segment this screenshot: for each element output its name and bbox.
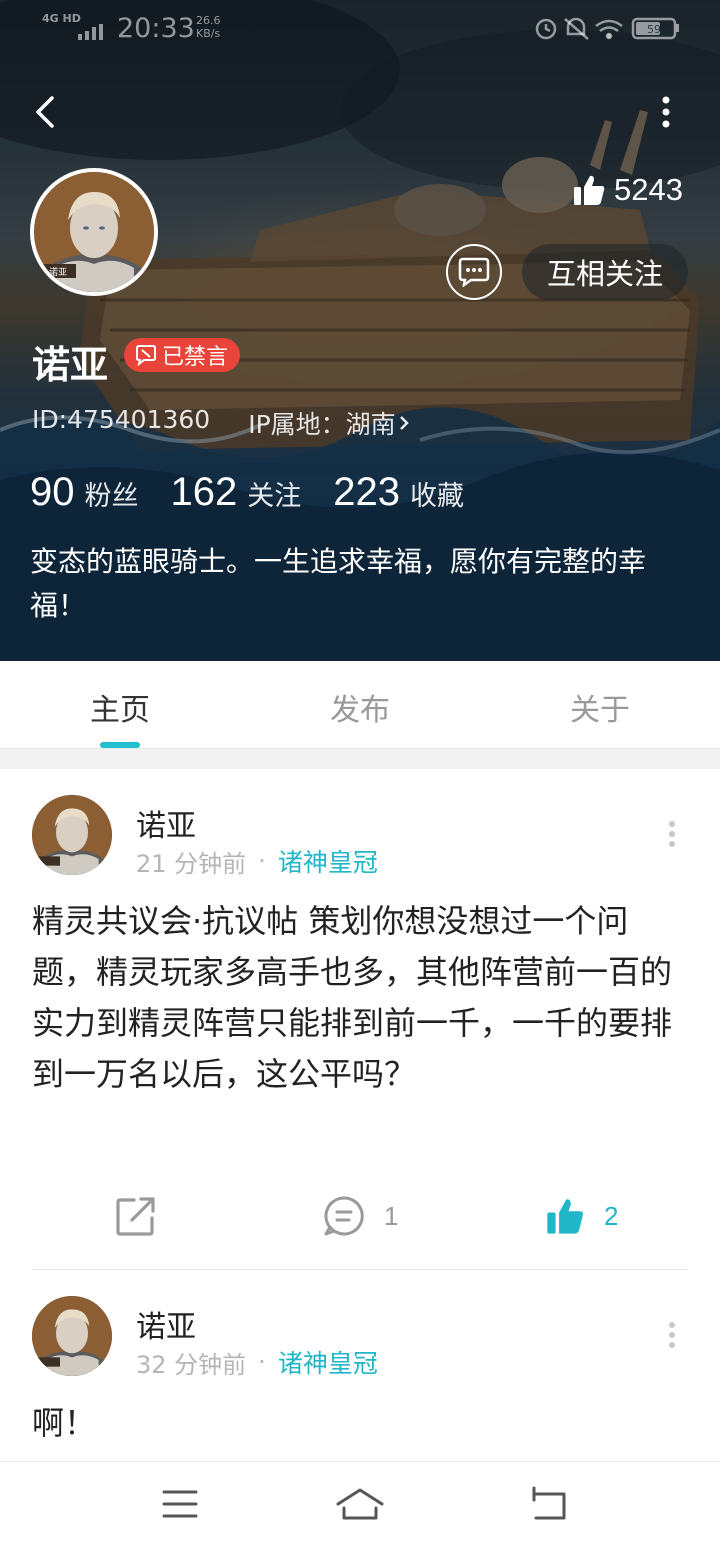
chat-bubble-icon (458, 257, 490, 287)
menu-icon[interactable] (150, 1484, 210, 1524)
more-options-icon[interactable] (652, 92, 680, 132)
tab-posts[interactable]: 发布 (240, 685, 480, 729)
ip-location[interactable]: IP属地：湖南 (248, 405, 411, 441)
likes-count: 5243 (614, 172, 683, 207)
post-meta: 21 分钟前 · 诸神皇冠 (136, 843, 378, 879)
post-meta: 32 分钟前 · 诸神皇冠 (136, 1344, 378, 1380)
profile-ids: ID:475401360 IP属地：湖南 (32, 405, 412, 441)
meta-separator: · (258, 847, 266, 875)
post-avatar[interactable] (32, 795, 112, 875)
wifi-icon (595, 19, 623, 40)
profile-tabs: 主页 发布 关于 (0, 661, 720, 749)
post-author[interactable]: 诺亚 (136, 1302, 196, 1346)
comment-icon (324, 1196, 364, 1236)
favorites-count[interactable]: 223 (333, 470, 400, 515)
post-more-icon[interactable] (660, 819, 684, 849)
signal-icon (78, 24, 103, 40)
post-actions: 1 2 (0, 1186, 720, 1246)
ip-location-label: IP属地：湖南 (248, 410, 396, 439)
like-button[interactable]: 2 (544, 1186, 618, 1246)
message-button[interactable] (446, 244, 502, 300)
meta-separator: · (258, 1348, 266, 1376)
home-icon[interactable] (330, 1484, 390, 1524)
system-nav-bar (0, 1461, 720, 1544)
tab-indicator (100, 742, 140, 748)
post-card[interactable]: 诺亚 21 分钟前 · 诸神皇冠 精灵共议会·抗议帖 策划你想没想过一个问题，精… (0, 769, 720, 1270)
banned-badge: 已禁言 (124, 338, 241, 372)
status-icons: 59 (535, 17, 679, 40)
post-card[interactable]: 诺亚 32 分钟前 · 诸神皇冠 啊！ (0, 1270, 720, 1461)
banned-label: 已禁言 (162, 345, 229, 370)
status-bar: 4G HD 20:33 26.6 KB/s 59 (0, 0, 720, 56)
chevron-right-icon (399, 416, 409, 430)
battery-icon: 59 (631, 17, 679, 40)
share-icon (116, 1197, 155, 1236)
network-type: 4G HD (42, 12, 81, 25)
network-speed: 26.6 KB/s (196, 14, 221, 40)
section-gap (0, 749, 720, 769)
muted-chat-icon (136, 345, 156, 366)
following-count[interactable]: 162 (171, 470, 238, 515)
post-content[interactable]: 精灵共议会·抗议帖 策划你想没想过一个问题，精灵玩家多高手也多，其他阵营前一百的… (32, 896, 692, 1100)
comment-button[interactable]: 1 (322, 1186, 398, 1246)
post-more-icon[interactable] (660, 1320, 684, 1350)
tab-about[interactable]: 关于 (480, 685, 720, 729)
post-topic[interactable]: 诸神皇冠 (278, 843, 378, 879)
back-icon[interactable] (26, 92, 66, 132)
profile-avatar[interactable]: 诺亚 (30, 168, 158, 296)
fans-count[interactable]: 90 (30, 470, 75, 515)
post-avatar[interactable] (32, 1296, 112, 1376)
avatar-image (32, 1296, 112, 1376)
profile-name: 诺亚 (32, 343, 109, 387)
profile-stats: 90 粉丝 162 关注 223 收藏 (30, 470, 496, 515)
svg-text:59: 59 (647, 23, 661, 36)
post-topic[interactable]: 诸神皇冠 (278, 1344, 378, 1380)
comment-count: 1 (384, 1200, 399, 1231)
thumbs-up-icon (547, 1199, 583, 1234)
profile-bio: 变态的蓝眼骑士。一生追求幸福，愿你有完整的幸福！ (30, 545, 647, 622)
share-button[interactable] (114, 1186, 176, 1246)
avatar-image: 诺亚 (34, 172, 154, 292)
alarm-icon (535, 18, 557, 40)
post-content[interactable]: 啊！ (32, 1398, 692, 1449)
user-id: ID:475401360 (32, 405, 211, 434)
post-time: 21 分钟前 (136, 849, 247, 878)
avatar-image (32, 795, 112, 875)
profile-likes: 5243 (572, 170, 683, 210)
follow-button[interactable]: 互相关注 (522, 244, 688, 300)
post-time: 32 分钟前 (136, 1350, 247, 1379)
fans-label[interactable]: 粉丝 (85, 474, 139, 513)
mute-icon (564, 17, 589, 40)
tab-home[interactable]: 主页 (0, 685, 240, 729)
svg-text:诺亚: 诺亚 (49, 267, 67, 278)
profile-header: 4G HD 20:33 26.6 KB/s 59 诺亚 5243 互相关注 诺亚… (0, 0, 720, 661)
following-label[interactable]: 关注 (247, 474, 301, 513)
post-author[interactable]: 诺亚 (136, 801, 196, 845)
like-count: 2 (604, 1200, 619, 1231)
clock: 20:33 (117, 13, 195, 44)
favorites-label[interactable]: 收藏 (410, 474, 464, 513)
return-icon[interactable] (518, 1484, 578, 1524)
thumbs-up-icon (574, 175, 605, 205)
